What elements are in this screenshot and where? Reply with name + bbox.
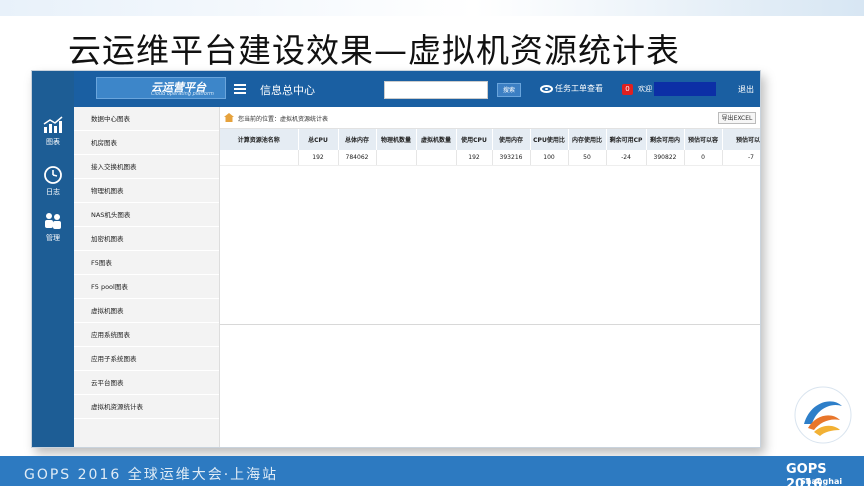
rail-label-chart: 图表 — [46, 138, 60, 146]
search-button[interactable]: 搜索 — [497, 83, 521, 97]
column-header[interactable]: 剩余可用内 — [646, 129, 685, 150]
column-header[interactable]: 虚拟机数量 — [416, 129, 457, 150]
rail-item-chart[interactable]: 图表 — [32, 109, 74, 159]
banner-right-sub: Shanghai — [800, 477, 843, 486]
side-item[interactable]: NAS机头图表 — [74, 203, 219, 227]
slide-title: 云运维平台建设效果—虚拟机资源统计表 — [68, 31, 680, 70]
export-excel-button[interactable]: 导出EXCEL — [718, 112, 756, 124]
side-item[interactable]: 物理机图表 — [74, 179, 219, 203]
menu-icon[interactable] — [234, 84, 246, 94]
table-cell: 100 — [530, 150, 569, 166]
side-menu: 数据中心图表 机房图表 接入交换机图表 物理机图表 NAS机头图表 加密机图表 … — [74, 107, 220, 447]
column-header[interactable]: 使用内存 — [492, 129, 531, 150]
banner-left-text: GOPS 2016 全球运维大会·上海站 — [24, 467, 279, 483]
eye-icon — [540, 84, 553, 93]
table-cell: 784062 — [338, 150, 377, 166]
user-name-redacted — [654, 82, 716, 96]
task-link[interactable]: 任务工单查看 — [540, 83, 603, 94]
app-header: 云运营平台 Cloud operating platform 信息总中心 搜索 … — [74, 71, 760, 107]
table-cell: 192 — [298, 150, 339, 166]
slide: 云运维平台建设效果—虚拟机资源统计表 图表 日志 管理 云运营平台 Cloud … — [0, 0, 864, 486]
column-header[interactable]: 预估可以容 — [684, 129, 723, 150]
logo: 云运营平台 Cloud operating platform — [96, 77, 226, 99]
task-link-label: 任务工单查看 — [555, 84, 603, 93]
side-item[interactable]: 应用子系统图表 — [74, 347, 219, 371]
side-item[interactable]: 虚拟机图表 — [74, 299, 219, 323]
side-item[interactable]: 应用系统图表 — [74, 323, 219, 347]
table-cell — [416, 150, 457, 166]
side-item[interactable]: 机房图表 — [74, 131, 219, 155]
left-rail: 图表 日志 管理 — [32, 71, 74, 447]
resource-table: 计算资源池名称 总CPU 总体内存 物理机数量 虚拟机数量 使用CPU 使用内存… — [220, 129, 760, 325]
table-cell: -7 — [722, 150, 760, 166]
rail-item-manage[interactable]: 管理 — [32, 205, 74, 255]
column-header[interactable]: 内存使用比 — [568, 129, 607, 150]
bottom-banner: GOPS 2016 全球运维大会·上海站 GOPS 2016 Shanghai — [0, 456, 864, 486]
top-decoration — [0, 0, 864, 16]
notification-badge[interactable]: 0 — [622, 84, 633, 95]
column-header[interactable]: 预估可以容 — [722, 129, 760, 150]
side-item[interactable]: 加密机图表 — [74, 227, 219, 251]
rail-item-log[interactable]: 日志 — [32, 159, 74, 209]
home-icon — [224, 113, 234, 122]
users-icon — [45, 213, 61, 229]
header-title: 信息总中心 — [260, 84, 315, 97]
table-cell: -24 — [606, 150, 647, 166]
table-cell: 192 — [456, 150, 493, 166]
side-item[interactable]: 接入交换机图表 — [74, 155, 219, 179]
table-cell: 390822 — [646, 150, 685, 166]
table-cell: 393216 — [492, 150, 531, 166]
side-item[interactable]: F5图表 — [74, 251, 219, 275]
side-item[interactable]: F5 pool图表 — [74, 275, 219, 299]
clock-icon — [44, 166, 62, 184]
logout-button[interactable]: 退出 — [738, 84, 754, 95]
chart-icon — [43, 116, 63, 133]
breadcrumb-bar: 您当前的位置：虚拟机资源统计表 导出EXCEL — [220, 107, 760, 129]
column-header[interactable]: 总体内存 — [338, 129, 377, 150]
table-cell — [376, 150, 417, 166]
rail-label-log: 日志 — [46, 188, 60, 196]
table-cell: 50 — [568, 150, 607, 166]
column-header[interactable]: 剩余可用CP — [606, 129, 647, 150]
column-header[interactable]: 物理机数量 — [376, 129, 417, 150]
column-header[interactable]: 使用CPU — [456, 129, 493, 150]
table-cell — [220, 150, 299, 166]
search-input[interactable] — [384, 81, 488, 99]
table-cell: 0 — [684, 150, 723, 166]
table-row[interactable]: 192 784062 192 393216 100 50 -24 390822 … — [220, 150, 760, 166]
column-header[interactable]: 总CPU — [298, 129, 339, 150]
rail-label-manage: 管理 — [46, 234, 60, 242]
side-item-current[interactable]: 虚拟机资源统计表 — [74, 395, 219, 419]
column-header[interactable]: 计算资源池名称 — [220, 129, 299, 150]
logo-subtext: Cloud operating platform — [151, 91, 214, 97]
welcome-text: 欢迎 — [638, 85, 652, 93]
breadcrumb: 您当前的位置：虚拟机资源统计表 — [238, 116, 329, 123]
column-header[interactable]: CPU使用比 — [530, 129, 569, 150]
gops-logo — [794, 386, 852, 444]
side-item[interactable]: 云平台图表 — [74, 371, 219, 395]
side-item[interactable]: 数据中心图表 — [74, 107, 219, 131]
app-screenshot: 图表 日志 管理 云运营平台 Cloud operating platform … — [31, 70, 761, 448]
